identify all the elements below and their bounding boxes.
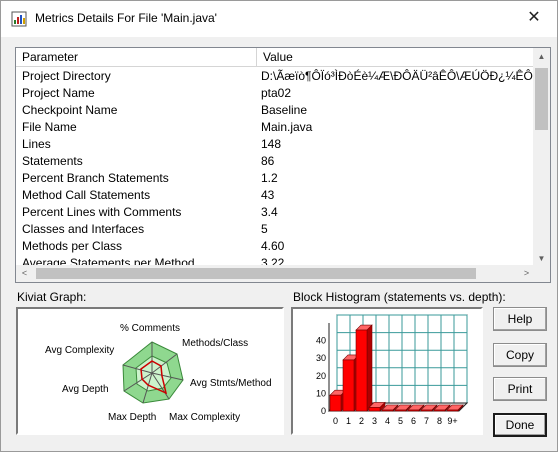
value-cell: 86 bbox=[261, 154, 275, 168]
x-tick-label: 1 bbox=[346, 416, 351, 426]
value-cell: 43 bbox=[261, 188, 275, 202]
block-histogram-panel: 0 10 20 30 40 0 1 2 3 4 5 6 7 8 9+ bbox=[291, 307, 483, 435]
y-tick-label: 0 bbox=[321, 406, 326, 416]
table-row[interactable]: Methods per Class 4.60 bbox=[16, 238, 535, 255]
x-tick-label: 9+ bbox=[447, 416, 457, 426]
y-tick-label: 20 bbox=[316, 371, 326, 381]
column-header-parameter[interactable]: Parameter bbox=[16, 48, 257, 67]
x-tick-label: 2 bbox=[359, 416, 364, 426]
copy-button[interactable]: Copy bbox=[493, 343, 547, 367]
value-cell: 4.60 bbox=[261, 239, 285, 253]
value-cell: 5 bbox=[261, 222, 268, 236]
y-tick-label: 10 bbox=[316, 388, 326, 398]
horizontal-scrollbar[interactable]: < > bbox=[16, 265, 535, 282]
close-icon[interactable]: ✕ bbox=[511, 1, 557, 37]
column-header-value[interactable]: Value bbox=[257, 48, 535, 67]
kiviat-graph: % Comments Methods/Class Avg Stmts/Metho… bbox=[45, 323, 272, 423]
histogram-bar bbox=[446, 409, 459, 412]
x-tick-label: 7 bbox=[424, 416, 429, 426]
table-row[interactable]: Statements 86 bbox=[16, 153, 535, 170]
parameter-cell: Lines bbox=[22, 137, 51, 151]
value-cell: pta02 bbox=[261, 86, 292, 100]
parameter-cell: Methods per Class bbox=[22, 239, 123, 253]
table-row[interactable]: Percent Branch Statements 1.2 bbox=[16, 170, 535, 187]
parameter-cell: Project Directory bbox=[22, 69, 111, 83]
x-tick-label: 0 bbox=[333, 416, 338, 426]
histogram-bar bbox=[433, 409, 446, 412]
title-bar: Metrics Details For File 'Main.java' ✕ bbox=[1, 1, 557, 37]
x-tick-label: 3 bbox=[372, 416, 377, 426]
histogram-bar bbox=[394, 409, 407, 412]
value-cell: Main.java bbox=[261, 120, 313, 134]
kiviat-graph-panel: % Comments Methods/Class Avg Stmts/Metho… bbox=[16, 307, 284, 435]
table-row[interactable]: File Name Main.java bbox=[16, 119, 535, 136]
y-tick-label: 40 bbox=[316, 336, 326, 346]
app-icon bbox=[11, 11, 27, 27]
kiviat-axis-label-avg-stmts-per-method: Avg Stmts/Method bbox=[190, 378, 272, 389]
parameter-cell: Method Call Statements bbox=[22, 188, 151, 202]
histogram-bar-side bbox=[366, 324, 373, 412]
kiviat-axis-label-max-depth: Max Depth bbox=[108, 412, 156, 423]
histogram-bar bbox=[407, 409, 420, 412]
table-row[interactable]: Percent Lines with Comments 3.4 bbox=[16, 204, 535, 221]
parameter-cell: File Name bbox=[22, 120, 77, 134]
block-histogram-label: Block Histogram (statements vs. depth): bbox=[293, 290, 506, 304]
done-button[interactable]: Done bbox=[493, 413, 547, 437]
kiviat-axis-label-avg-depth: Avg Depth bbox=[62, 384, 109, 395]
histogram-bar bbox=[329, 394, 342, 412]
window-title: Metrics Details For File 'Main.java' bbox=[35, 11, 217, 25]
vertical-scrollbar[interactable]: ▲ ▼ bbox=[533, 48, 550, 267]
metrics-table[interactable]: Parameter Value Project Directory D:\Ãæïò… bbox=[15, 47, 551, 283]
scroll-corner bbox=[533, 265, 550, 282]
value-cell: Baseline bbox=[261, 103, 308, 117]
table-row[interactable]: Method Call Statements 43 bbox=[16, 187, 535, 204]
parameter-cell: Checkpoint Name bbox=[22, 103, 118, 117]
x-tick-label: 5 bbox=[398, 416, 403, 426]
value-cell: D:\Ãæïò¶ÔÏó³ÌÐòÉè¼Æ\ÐÔÄÜ²âÊÔ\ÆÚÖÐ¿¼ÊÔ\pt bbox=[261, 69, 535, 83]
parameter-cell: Percent Branch Statements bbox=[22, 171, 169, 185]
metrics-details-dialog: Metrics Details For File 'Main.java' ✕ P… bbox=[0, 0, 558, 452]
histogram-bar bbox=[420, 409, 433, 412]
table-row[interactable]: Checkpoint Name Baseline bbox=[16, 102, 535, 119]
table-row[interactable]: Project Directory D:\Ãæïò¶ÔÏó³ÌÐòÉè¼Æ\ÐÔÄ… bbox=[16, 68, 535, 85]
x-tick-label: 6 bbox=[411, 416, 416, 426]
histogram-bar bbox=[381, 409, 394, 412]
table-row[interactable]: Project Name pta02 bbox=[16, 85, 535, 102]
parameter-cell: Statements bbox=[22, 154, 83, 168]
histogram-bar bbox=[342, 359, 355, 412]
kiviat-graph-label: Kiviat Graph: bbox=[17, 290, 87, 304]
x-tick-label: 4 bbox=[385, 416, 390, 426]
kiviat-axis-label-avg-complexity: Avg Complexity bbox=[45, 345, 114, 356]
table-row[interactable]: Classes and Interfaces 5 bbox=[16, 221, 535, 238]
x-tick-label: 8 bbox=[437, 416, 442, 426]
kiviat-axis-label-methods-per-class: Methods/Class bbox=[182, 338, 248, 349]
scroll-left-icon[interactable]: < bbox=[16, 265, 33, 282]
kiviat-axis-label-max-complexity: Max Complexity bbox=[169, 412, 240, 423]
value-cell: 1.2 bbox=[261, 171, 278, 185]
parameter-cell: Classes and Interfaces bbox=[22, 222, 145, 236]
table-header: Parameter Value bbox=[16, 48, 535, 67]
help-button[interactable]: Help bbox=[493, 307, 547, 331]
table-row[interactable]: Lines 148 bbox=[16, 136, 535, 153]
table-body: Project Directory D:\Ãæïò¶ÔÏó³ÌÐòÉè¼Æ\ÐÔÄ… bbox=[16, 68, 535, 268]
horizontal-scroll-thumb[interactable] bbox=[36, 268, 476, 279]
scroll-up-icon[interactable]: ▲ bbox=[533, 48, 550, 65]
vertical-scroll-thumb[interactable] bbox=[535, 68, 548, 130]
parameter-cell: Project Name bbox=[22, 86, 95, 100]
parameter-cell: Percent Lines with Comments bbox=[22, 205, 182, 219]
block-histogram-chart: 0102030400 1 2 3 4 5 6 7 8 9+ bbox=[316, 314, 469, 426]
histogram-bar bbox=[355, 329, 368, 412]
value-cell: 148 bbox=[261, 137, 282, 151]
value-cell: 3.4 bbox=[261, 205, 278, 219]
histogram-bar bbox=[368, 407, 381, 412]
kiviat-axis-label-comments: % Comments bbox=[120, 323, 180, 334]
print-button[interactable]: Print bbox=[493, 377, 547, 401]
y-tick-label: 30 bbox=[316, 353, 326, 363]
